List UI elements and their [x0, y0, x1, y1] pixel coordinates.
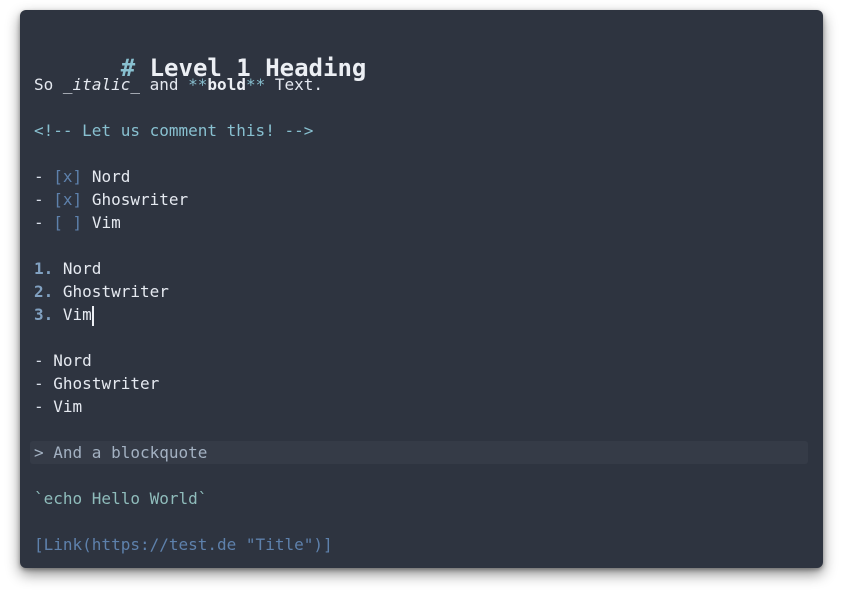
task-checkbox-unchecked: [ ]: [53, 213, 83, 232]
list-text: Ghostwriter: [53, 374, 160, 393]
link-line[interactable]: [Link(https://test.de "Title")]: [34, 533, 333, 556]
bullet-list-item[interactable]: - Ghostwriter: [34, 372, 159, 395]
task-checkbox-checked: [x]: [53, 190, 83, 209]
heading-line[interactable]: # Level 1 Heading: [34, 17, 367, 82]
ordered-list-item[interactable]: 3. Vim: [34, 303, 94, 326]
bullet-list-item[interactable]: - Vim: [34, 395, 82, 418]
comment-line[interactable]: <!-- Let us comment this! -->: [34, 119, 313, 142]
ordered-list-item[interactable]: 1. Nord: [34, 257, 101, 280]
list-text: Ghostwriter: [62, 282, 169, 301]
text-cursor: [91, 305, 94, 326]
paragraph-line[interactable]: So _italic_ and **bold** Text.: [34, 73, 323, 96]
list-bullet: -: [34, 351, 44, 370]
editor-window: # Level 1 Heading So _italic_ and **bold…: [20, 10, 823, 568]
list-text: Vim: [62, 305, 92, 324]
bold-open-mark: **: [188, 75, 208, 94]
list-number: 2.: [34, 282, 54, 301]
task-bullet: -: [34, 213, 44, 232]
list-text: Nord: [62, 259, 102, 278]
task-bullet: -: [34, 167, 44, 186]
blockquote-line[interactable]: > And a blockquote: [34, 441, 207, 464]
paragraph-middle: and: [139, 75, 189, 94]
list-text: Vim: [53, 397, 83, 416]
list-number: 1.: [34, 259, 54, 278]
list-bullet: -: [34, 397, 44, 416]
task-list-item[interactable]: - [x] Nord: [34, 165, 130, 188]
task-checkbox-checked: [x]: [53, 167, 83, 186]
italic-close-mark: _: [130, 75, 140, 94]
task-list-item[interactable]: - [x] Ghoswriter: [34, 188, 188, 211]
bold-text: bold: [207, 75, 246, 94]
list-bullet: -: [34, 374, 44, 393]
task-text: Nord: [91, 167, 131, 186]
task-list-item[interactable]: - [ ] Vim: [34, 211, 121, 234]
inline-code-line[interactable]: `echo Hello World`: [34, 487, 207, 510]
italic-text: italic: [72, 75, 131, 94]
italic-open-mark: _: [62, 75, 73, 94]
task-text: Ghoswriter: [91, 190, 189, 209]
task-text: Vim: [91, 213, 121, 232]
ordered-list-item[interactable]: 2. Ghostwriter: [34, 280, 169, 303]
task-bullet: -: [34, 190, 44, 209]
paragraph-suffix: Text.: [265, 75, 324, 94]
bold-close-mark: **: [245, 75, 266, 94]
paragraph-prefix: So: [34, 75, 63, 94]
list-number: 3.: [34, 305, 54, 324]
list-text: Nord: [53, 351, 92, 370]
bullet-list-item[interactable]: - Nord: [34, 349, 92, 372]
